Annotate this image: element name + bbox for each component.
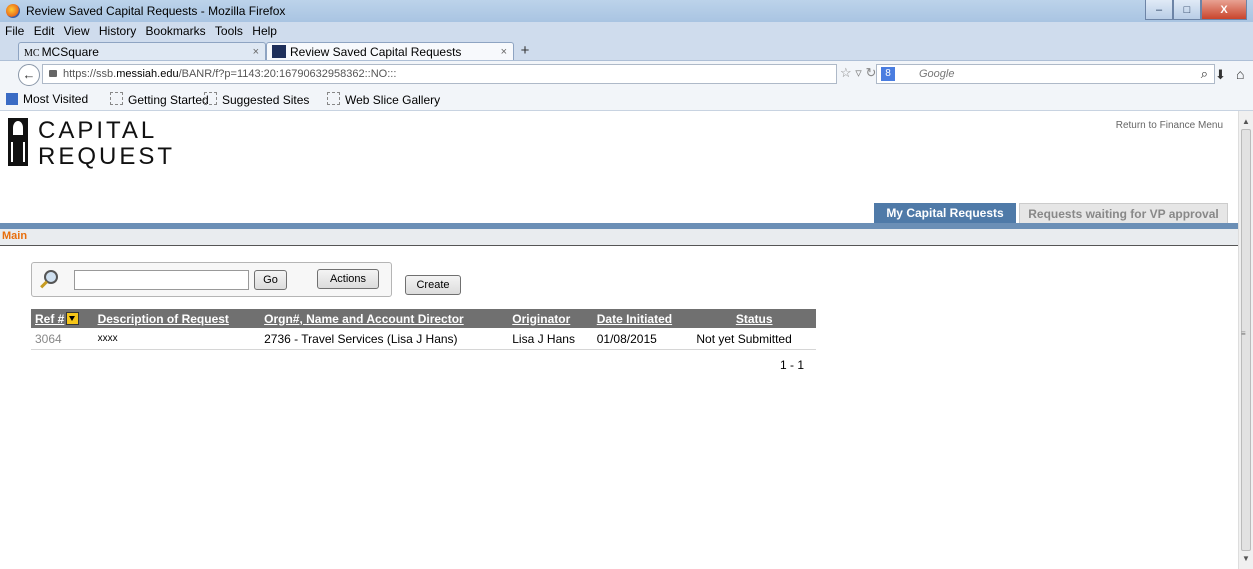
tab-favicon <box>272 45 286 58</box>
table-header-row: Ref # Description of Request Orgn#, Name… <box>31 309 816 328</box>
tab-favicon: MC <box>24 48 40 59</box>
cell-status: Not yet Submitted <box>692 328 816 350</box>
page-content: CAPITAL REQUEST Return to Finance Menu M… <box>0 111 1238 569</box>
col-ref[interactable]: Ref # <box>31 309 94 328</box>
folder-icon <box>204 92 217 105</box>
bookmark-label: Most Visited <box>23 92 89 106</box>
tab-mcsquare[interactable]: MC MCSquare × <box>18 42 266 60</box>
logo-text-line2: REQUEST <box>38 143 176 170</box>
address-bar[interactable]: https://ssb.messiah.edu/BANR/f?p=1143:20… <box>42 64 837 84</box>
scroll-grip-icon: ≡ <box>1241 329 1246 338</box>
new-tab-button[interactable]: + <box>515 43 535 59</box>
menu-edit[interactable]: Edit <box>34 24 55 38</box>
menu-view[interactable]: View <box>64 24 90 38</box>
most-visited-icon <box>6 93 18 105</box>
close-button[interactable]: X <box>1201 0 1247 20</box>
home-icon[interactable]: ⌂ <box>1236 66 1244 82</box>
tab-label: Review Saved Capital Requests <box>290 45 462 59</box>
menu-tools[interactable]: Tools <box>215 24 243 38</box>
menu-help[interactable]: Help <box>252 24 277 38</box>
navigation-bar: ← https://ssb.messiah.edu/BANR/f?p=1143:… <box>0 60 1253 90</box>
report-search-input[interactable] <box>74 270 249 290</box>
pagination-text: 1 - 1 <box>780 358 805 372</box>
search-placeholder: Google <box>919 68 955 80</box>
go-button[interactable]: Go <box>254 270 287 290</box>
col-originator[interactable]: Originator <box>508 309 593 328</box>
actions-button[interactable]: Actions <box>317 269 379 289</box>
cell-description: xxxx <box>93 328 261 350</box>
folder-icon <box>110 92 123 105</box>
col-label[interactable]: Ref # <box>35 312 64 326</box>
tab-close-icon[interactable]: × <box>253 43 259 61</box>
bookmarks-bar: Most Visited Getting Started Suggested S… <box>0 88 1253 111</box>
cell-ref[interactable]: 3064 <box>31 328 94 350</box>
cell-date: 01/08/2015 <box>592 328 693 350</box>
tab-my-capital-requests[interactable]: My Capital Requests <box>874 203 1016 223</box>
download-icon[interactable]: ⬇ <box>1215 67 1226 83</box>
window-titlebar: Review Saved Capital Requests - Mozilla … <box>0 0 1253 22</box>
report-search-toolbar: Go Actions <box>31 262 392 297</box>
tab-review-saved-capital-requests[interactable]: Review Saved Capital Requests × <box>266 42 514 60</box>
menu-bar: File Edit View History Bookmarks Tools H… <box>0 22 1253 40</box>
menu-file[interactable]: File <box>5 24 24 38</box>
url-prefix: https://ssb. <box>63 68 117 80</box>
vertical-scrollbar[interactable]: ▲ ≡ ▼ <box>1238 111 1253 569</box>
col-description[interactable]: Description of Request <box>93 309 261 328</box>
messiah-logo-icon <box>8 118 28 166</box>
window-controls: – □ X <box>1145 0 1247 20</box>
sort-dropdown-icon[interactable] <box>66 311 80 325</box>
bookmark-getting-started[interactable]: Getting Started <box>110 92 209 107</box>
reload-icon[interactable]: ↻ <box>865 65 876 80</box>
dropdown-arrow-icon[interactable]: ▿ <box>855 65 862 80</box>
maximize-button[interactable]: □ <box>1173 0 1201 20</box>
breadcrumb-main[interactable]: Main <box>2 230 27 242</box>
search-column-icon[interactable] <box>38 270 58 290</box>
url-path: /BANR/f?p=1143:20:16790632958362::NO::: <box>178 68 397 80</box>
bookmark-label: Getting Started <box>128 93 209 107</box>
capital-requests-table: Ref # Description of Request Orgn#, Name… <box>31 309 816 350</box>
minimize-button[interactable]: – <box>1145 0 1173 20</box>
tab-requests-waiting-vp-approval[interactable]: Requests waiting for VP approval <box>1019 203 1228 223</box>
search-engine-icon[interactable]: 8 <box>881 67 895 81</box>
back-button[interactable]: ← <box>18 64 40 86</box>
tab-close-icon[interactable]: × <box>501 43 507 61</box>
lock-icon <box>49 70 57 77</box>
scroll-up-icon[interactable]: ▲ <box>1242 117 1250 126</box>
firefox-icon <box>6 4 20 18</box>
col-status[interactable]: Status <box>692 309 816 328</box>
menu-history[interactable]: History <box>99 24 136 38</box>
bookmark-label: Suggested Sites <box>222 93 310 107</box>
scroll-thumb[interactable] <box>1241 129 1251 551</box>
table-row[interactable]: 3064 xxxx 2736 - Travel Services (Lisa J… <box>31 328 816 350</box>
tab-strip: MC MCSquare × Review Saved Capital Reques… <box>0 40 1253 60</box>
url-domain: messiah.edu <box>116 68 179 80</box>
bookmark-web-slice-gallery[interactable]: Web Slice Gallery <box>327 92 440 107</box>
bookmark-most-visited[interactable]: Most Visited <box>6 92 88 106</box>
window-title: Review Saved Capital Requests - Mozilla … <box>26 4 286 18</box>
bookmark-suggested-sites[interactable]: Suggested Sites <box>204 92 309 107</box>
col-date-initiated[interactable]: Date Initiated <box>592 309 693 328</box>
bookmark-label: Web Slice Gallery <box>345 93 441 107</box>
menu-bookmarks[interactable]: Bookmarks <box>146 24 206 38</box>
cell-originator: Lisa J Hans <box>508 328 593 350</box>
scroll-down-icon[interactable]: ▼ <box>1242 554 1250 563</box>
bookmark-star-icon[interactable]: ☆ <box>840 65 852 80</box>
folder-icon <box>327 92 340 105</box>
create-button[interactable]: Create <box>405 275 461 295</box>
breadcrumb: Main <box>0 229 1238 246</box>
tab-label: MCSquare <box>41 45 99 59</box>
return-to-finance-menu-link[interactable]: Return to Finance Menu <box>1116 120 1223 131</box>
col-orgn[interactable]: Orgn#, Name and Account Director <box>260 309 509 328</box>
search-icon[interactable]: ⌕ <box>1201 65 1208 83</box>
search-bar[interactable]: 8 Google ⌕ <box>876 64 1215 84</box>
url-actions: ☆ ▿ ↻ <box>840 65 876 81</box>
logo-text-line1: CAPITAL <box>38 117 158 144</box>
cell-orgn: 2736 - Travel Services (Lisa J Hans) <box>260 328 509 350</box>
